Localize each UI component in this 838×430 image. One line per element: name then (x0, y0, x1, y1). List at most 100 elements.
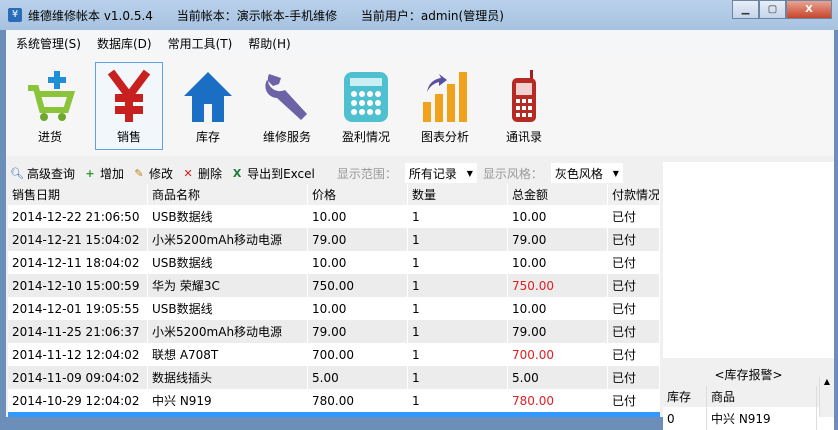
menu-system[interactable]: 系统管理(S) (16, 35, 81, 52)
profit-button[interactable]: 盈利情况 (332, 62, 400, 150)
table-cell: 5.00 (308, 366, 408, 389)
column-header[interactable]: 库存 (663, 386, 707, 407)
table-cell: 700.00 (508, 343, 608, 366)
repair-service-button[interactable]: 维修服务 (253, 62, 321, 150)
add-label: 增加 (100, 166, 125, 181)
repair-service-label: 维修服务 (262, 130, 311, 144)
edit-pencil-icon: ✎ (134, 166, 144, 180)
range-label: 显示范围： (336, 166, 397, 181)
column-header[interactable]: 价格 (308, 184, 408, 205)
edit-button[interactable]: ✎ 修改 (132, 165, 173, 182)
edit-label: 修改 (149, 166, 174, 181)
table-cell: 已付 (608, 343, 660, 366)
table-cell: 2014-10-29 12:04:02 (8, 389, 148, 412)
grid-toolbar: 🔍︎ 高级查询 + 增加 ✎ 修改 ✕ 删除 X 导出到Excel 显示范围： 所有记录 ▼… (6, 162, 662, 184)
table-cell: 2014-12-21 15:04:02 (8, 228, 148, 251)
table-cell: 10.00 (308, 297, 408, 320)
table-cell: USB数据线 (148, 205, 308, 228)
excel-icon: X (232, 166, 242, 180)
table-cell: 已付 (608, 274, 660, 297)
table-cell: 79.00 (308, 228, 408, 251)
app-version: 维德维修帐本 v1.0.5.4 (28, 8, 153, 23)
delete-label: 删除 (198, 166, 223, 181)
title-bar: ¥ 维德维修帐本 v1.0.5.4 当前帐本：演示帐本-手机维修 当前用户：ad… (0, 0, 838, 30)
table-row[interactable]: 2014-11-25 21:06:37 小米5200mAh移动电源 79.00 1 79… (8, 320, 660, 343)
table-row[interactable]: 2014-11-09 09:04:02 数据线插头 5.00 1 5.00 已付 (8, 366, 660, 389)
column-header[interactable]: 数量 (408, 184, 508, 205)
table-row[interactable]: 2014-12-11 18:04:02 USB数据线 10.00 1 10.00 已付 (8, 251, 660, 274)
column-header[interactable]: 商品 (707, 386, 817, 407)
column-header[interactable]: 总金额 (508, 184, 608, 205)
table-header: 销售日期 商品名称 价格 数量 总金额 付款情况 (8, 184, 660, 205)
table-row[interactable]: 2014-10-29 12:04:02 中兴 N919 780.00 1 780.00 已… (8, 389, 660, 412)
range-value: 所有记录 (408, 166, 457, 181)
table-cell: 联想 A708T (148, 343, 308, 366)
table-row[interactable]: 2014-11-12 12:04:02 联想 A708T 700.00 1 700.00… (8, 343, 660, 366)
maximize-button[interactable]: ▢ (759, 0, 786, 19)
profit-label: 盈利情况 (341, 130, 390, 144)
chart-analysis-button[interactable]: 图表分析 (411, 62, 479, 150)
menu-tools[interactable]: 常用工具(T) (168, 35, 233, 52)
table-cell: 已付 (608, 251, 660, 274)
current-user: 当前用户：admin(管理员) (360, 8, 504, 23)
stock-product: 中兴 N919 (707, 407, 817, 430)
purchase-button[interactable]: 进货 (16, 62, 84, 150)
close-button[interactable]: X (786, 0, 832, 19)
menu-bar: 系统管理(S) 数据库(D) 常用工具(T) 帮助(H) (6, 30, 834, 56)
delete-button[interactable]: ✕ 删除 (181, 165, 222, 182)
inventory-button[interactable]: 库存 (174, 62, 242, 150)
table-cell: 2014-12-10 15:00:59 (8, 274, 148, 297)
advanced-search-button[interactable]: 🔍︎ 高级查询 (10, 165, 75, 182)
table-cell: 1 (408, 297, 508, 320)
table-cell: 中兴 N919 (148, 389, 308, 412)
add-button[interactable]: + 增加 (83, 165, 124, 182)
sales-button[interactable]: 销售 (95, 62, 163, 150)
table-cell: 10.00 (308, 205, 408, 228)
table-cell: 10.00 (508, 251, 608, 274)
minimize-button[interactable]: ▁ (732, 0, 759, 19)
table-row[interactable]: 2014-12-10 15:00:59 华为 荣耀3C 750.00 1 750.00 已… (8, 274, 660, 297)
export-excel-button[interactable]: X 导出到Excel (230, 165, 315, 182)
cart-icon (28, 71, 76, 121)
table-cell: 小米5200mAh移动电源 (148, 228, 308, 251)
menu-help[interactable]: 帮助(H) (248, 35, 290, 52)
sales-table: 销售日期 商品名称 价格 数量 总金额 付款情况 2014-12-22 21:0… (8, 184, 660, 417)
table-cell: 已付 (608, 389, 660, 412)
dropdown-arrow-icon: ▼ (466, 168, 473, 178)
table-row[interactable]: 2014-12-21 15:04:02 小米5200mAh移动电源 79.00 1 79… (8, 228, 660, 251)
yen-icon (107, 69, 151, 122)
current-account: 当前帐本：演示帐本-手机维修 (176, 8, 338, 23)
column-header[interactable]: 商品名称 (148, 184, 308, 205)
table-cell: 数据线插头 (148, 366, 308, 389)
scrollbar[interactable]: ▲ (819, 377, 834, 417)
table-cell: USB数据线 (148, 297, 308, 320)
table-cell: 1 (408, 389, 508, 412)
mobile-phone-icon (512, 70, 536, 122)
table-cell: 750.00 (508, 274, 608, 297)
table-cell: 已付 (608, 366, 660, 389)
table-row[interactable]: 2014-12-01 19:05:55 USB数据线 10.00 1 10.00 已付 (8, 297, 660, 320)
table-cell: 79.00 (508, 320, 608, 343)
sales-label: 销售 (116, 130, 141, 144)
chart-analysis-label: 图表分析 (420, 130, 469, 144)
style-select[interactable]: 灰色风格 ▼ (550, 163, 623, 183)
range-select[interactable]: 所有记录 ▼ (404, 163, 477, 183)
table-cell: 2014-12-11 18:04:02 (8, 251, 148, 274)
delete-icon: ✕ (183, 166, 193, 180)
table-cell: 1 (408, 205, 508, 228)
column-header[interactable]: 付款情况 (608, 184, 660, 205)
table-cell: 10.00 (308, 251, 408, 274)
menu-database[interactable]: 数据库(D) (97, 35, 152, 52)
contacts-button[interactable]: 通讯录 (490, 62, 558, 150)
table-cell: 2014-11-12 12:04:02 (8, 343, 148, 366)
stock-table-row[interactable]: 0 中兴 N919 (663, 407, 834, 430)
selected-row[interactable] (8, 412, 660, 417)
app-icon: ¥ (8, 8, 22, 22)
module-toolbar: 进货 销售 库存 维修服务 盈利情况 图表分析 通讯录 (6, 56, 834, 156)
column-header[interactable]: 销售日期 (8, 184, 148, 205)
table-row[interactable]: 2014-12-22 21:06:50 USB数据线 10.00 1 10.00 已付 (8, 205, 660, 228)
bar-chart-icon (423, 72, 467, 122)
table-cell: 2014-11-09 09:04:02 (8, 366, 148, 389)
table-cell: 2014-12-01 19:05:55 (8, 297, 148, 320)
export-excel-label: 导出到Excel (247, 166, 315, 181)
